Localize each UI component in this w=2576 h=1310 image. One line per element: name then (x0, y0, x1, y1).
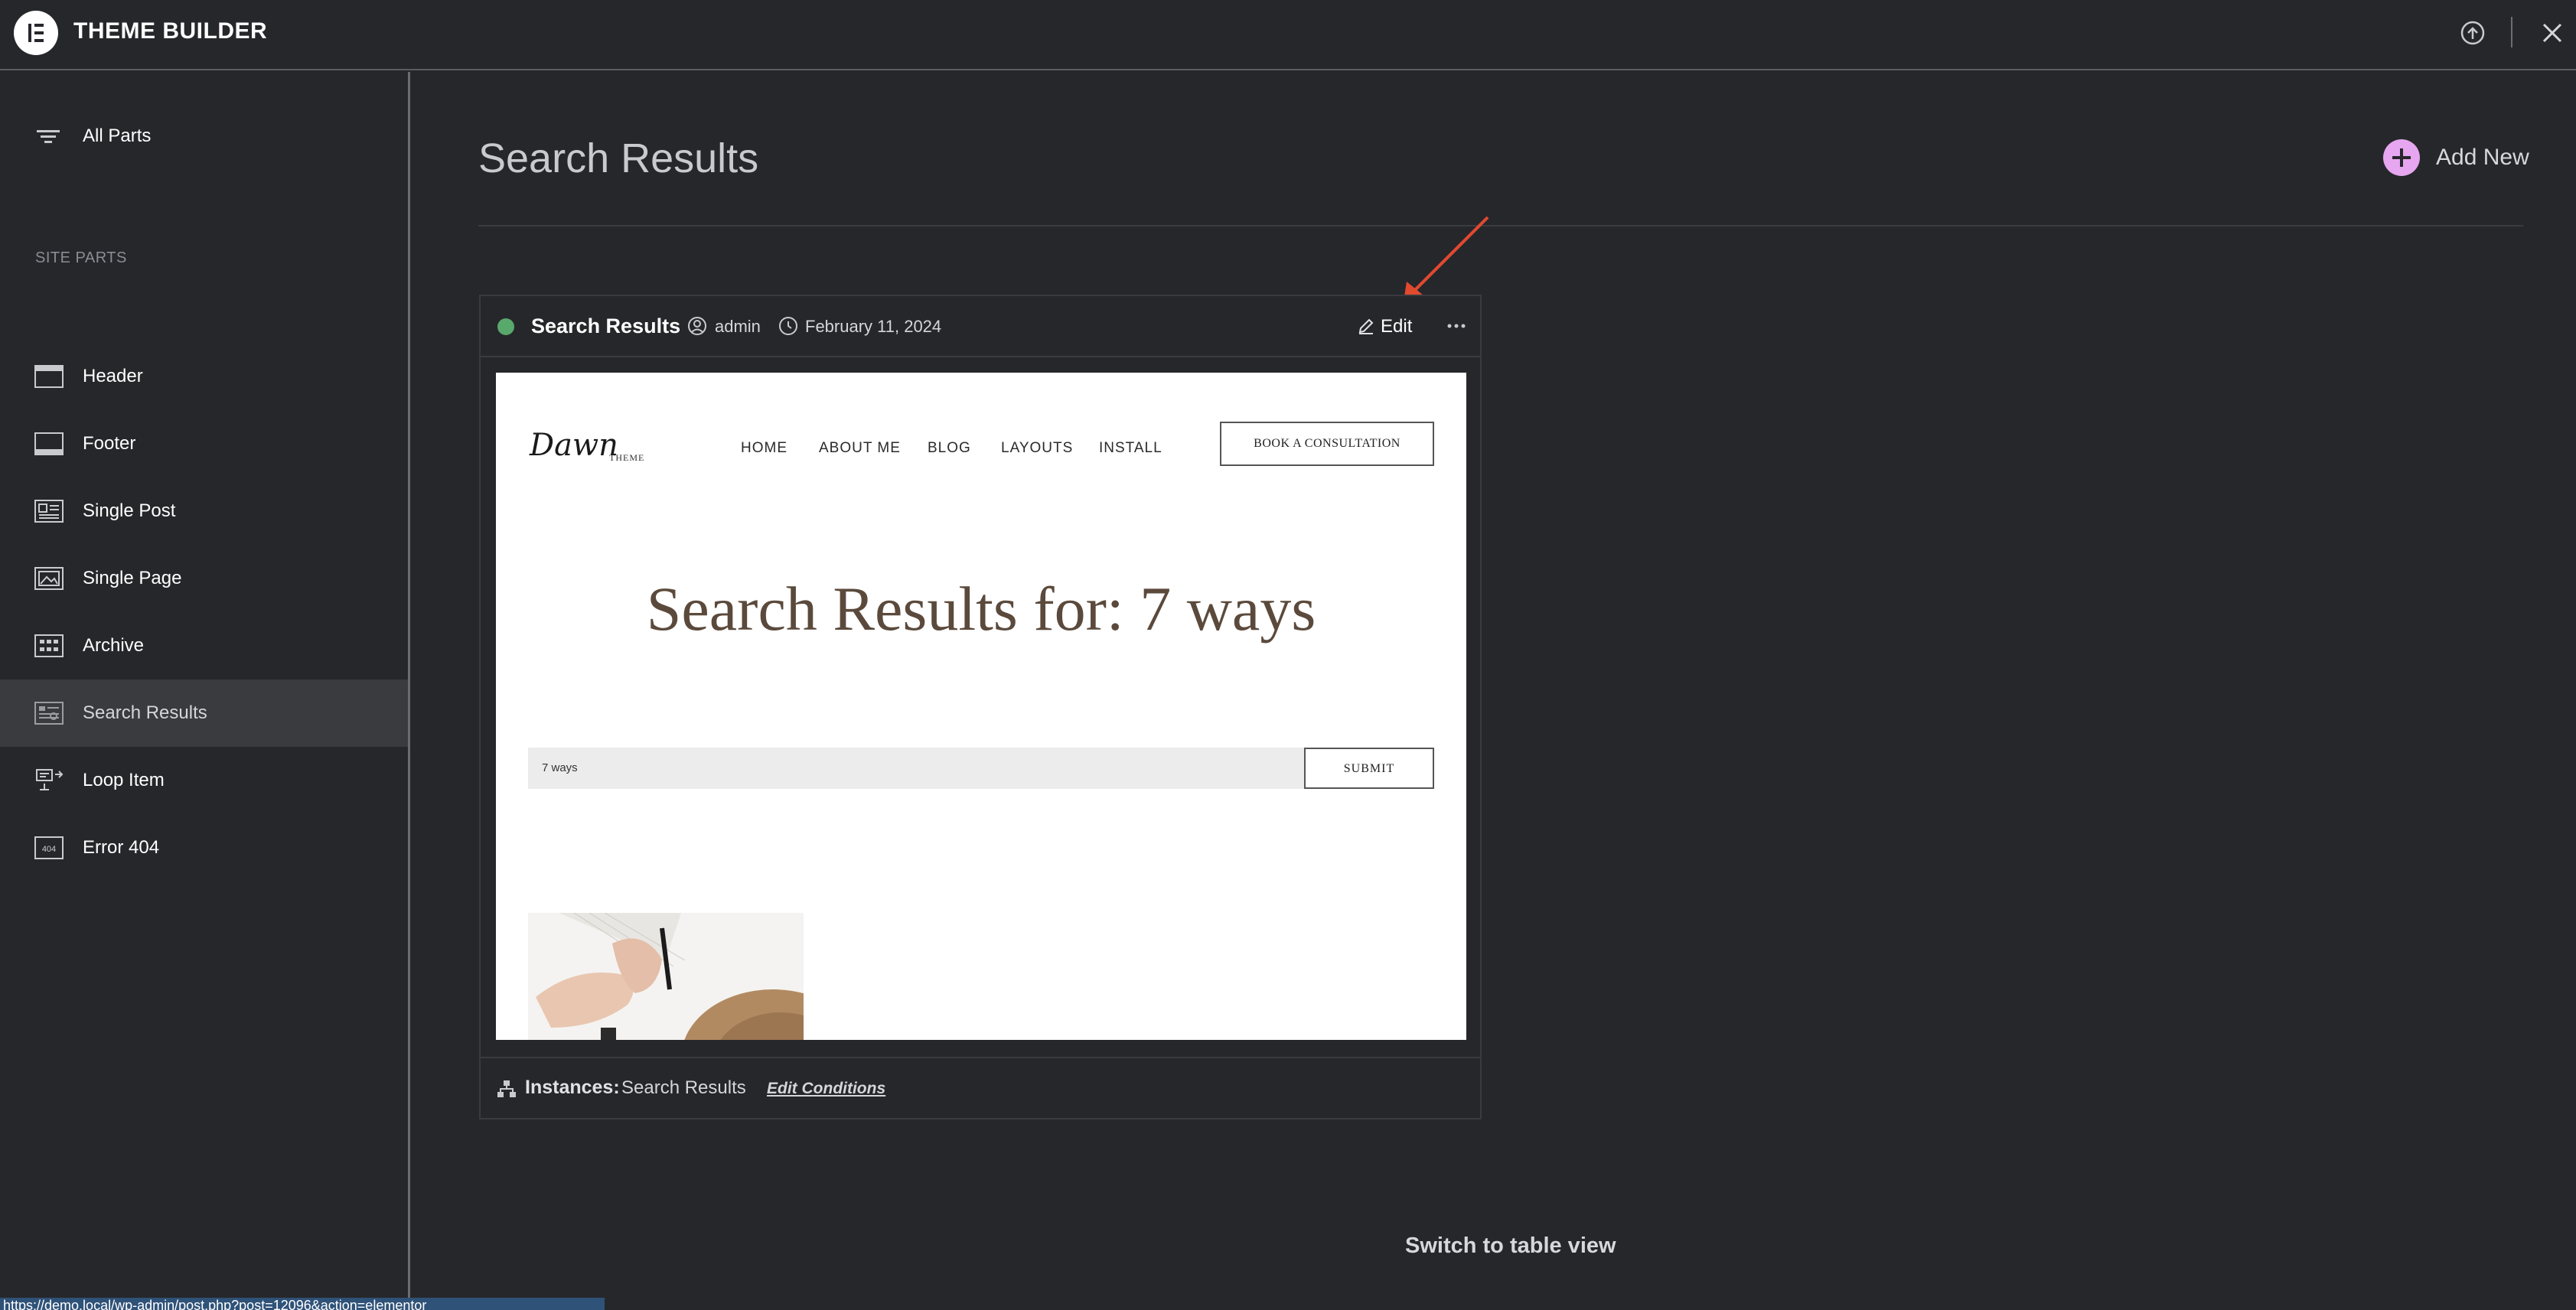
card-footer: Instances: Search Results Edit Condition… (481, 1057, 1480, 1118)
sidebar-item-label: Header (83, 366, 143, 386)
sidebar-item-error-404[interactable]: 404 Error 404 (0, 814, 408, 881)
preview-submit-button: SUBMIT (1304, 748, 1434, 789)
switch-to-table-view-link[interactable]: Switch to table view (1405, 1233, 1616, 1259)
error-404-icon: 404 (34, 834, 64, 862)
close-icon[interactable] (2539, 20, 2565, 46)
sidebar-item-archive[interactable]: Archive (0, 612, 408, 679)
svg-text:404: 404 (42, 845, 56, 854)
top-bar: THEME BUILDER (0, 0, 2576, 70)
preview-cta-label: BOOK A CONSULTATION (1254, 437, 1400, 450)
preview-search-value: 7 ways (542, 761, 578, 774)
template-card: Search Results admin February 11, 2024 E… (479, 295, 1482, 1119)
browser-status-url: https://demo.local/wp-admin/post.php?pos… (0, 1298, 605, 1310)
edit-label: Edit (1381, 316, 1413, 337)
sidebar-item-header[interactable]: Header (0, 343, 408, 410)
preview-nav-item: INSTALL (1099, 440, 1162, 456)
toolbar-divider (2511, 17, 2512, 47)
pencil-icon (1356, 316, 1376, 336)
sidebar-item-label: Footer (83, 433, 136, 454)
sidebar-item-label: All Parts (83, 125, 152, 146)
preview-post-thumbnail (528, 913, 804, 1040)
elementor-logo-icon[interactable] (14, 11, 58, 55)
preview-submit-label: SUBMIT (1343, 762, 1395, 775)
plus-icon (2383, 139, 2420, 176)
sidebar-item-footer[interactable]: Footer (0, 410, 408, 477)
help-icon[interactable] (2460, 20, 2486, 46)
sidebar-item-label: Loop Item (83, 770, 165, 790)
preview-nav-item: BLOG (928, 440, 971, 456)
loop-item-icon (34, 767, 64, 794)
preview-heading: Search Results for: 7 ways (646, 574, 1316, 644)
preview-nav-item: HOME (741, 440, 787, 456)
preview-nav-item: LAYOUTS (1001, 440, 1074, 456)
sidebar-item-single-post[interactable]: Single Post (0, 477, 408, 545)
status-dot (497, 318, 514, 335)
card-title: Search Results (531, 314, 681, 337)
filter-icon (34, 122, 64, 150)
sidebar-item-loop-item[interactable]: Loop Item (0, 747, 408, 814)
sidebar-item-label: Single Page (83, 568, 182, 588)
sidebar-item-label: Search Results (83, 702, 207, 723)
clock-icon (778, 316, 798, 336)
page-title: Search Results (478, 135, 759, 181)
preview-search-field: 7 ways (528, 748, 1306, 789)
add-new-label: Add New (2436, 145, 2529, 170)
preview-logo-sub: THEME (609, 452, 645, 463)
instances-label: Instances: (525, 1077, 620, 1098)
section-label-site-parts: SITE PARTS (35, 249, 127, 266)
user-icon (687, 316, 707, 336)
modified-date: February 11, 2024 (805, 317, 942, 336)
edit-conditions-link[interactable]: Edit Conditions (767, 1080, 885, 1098)
preview-logo: Dawn (530, 428, 618, 463)
preview-cta-button: BOOK A CONSULTATION (1220, 422, 1434, 466)
sidebar: All Parts SITE PARTS Header Footer Singl… (0, 72, 410, 1310)
sidebar-item-label: Error 404 (83, 837, 160, 858)
sidebar-item-label: Archive (83, 635, 145, 656)
instances-value: Search Results (621, 1077, 746, 1098)
single-post-icon (34, 497, 64, 525)
sidebar-item-all-parts[interactable]: All Parts (0, 103, 408, 170)
divider (478, 225, 2523, 226)
edit-button[interactable]: Edit (1356, 313, 1417, 341)
sidebar-item-search-results[interactable]: Search Results (0, 679, 408, 747)
sidebar-item-label: Single Post (83, 500, 176, 521)
header-layout-icon (34, 363, 64, 390)
card-header: Search Results admin February 11, 2024 E… (481, 296, 1480, 357)
search-results-icon (34, 699, 64, 727)
footer-layout-icon (34, 430, 64, 458)
sitemap-icon (496, 1078, 517, 1100)
sidebar-item-single-page[interactable]: Single Page (0, 545, 408, 612)
archive-grid-icon (34, 632, 64, 660)
single-page-icon (34, 565, 64, 592)
app-title: THEME BUILDER (73, 18, 268, 44)
preview-nav-item: ABOUT ME (819, 440, 901, 456)
more-options-icon[interactable] (1443, 313, 1469, 339)
author-name: admin (715, 317, 761, 336)
template-preview[interactable]: Dawn THEME HOME ABOUT ME BLOG LAYOUTS IN… (496, 373, 1466, 1040)
status-url-text: https://demo.local/wp-admin/post.php?pos… (3, 1298, 427, 1310)
